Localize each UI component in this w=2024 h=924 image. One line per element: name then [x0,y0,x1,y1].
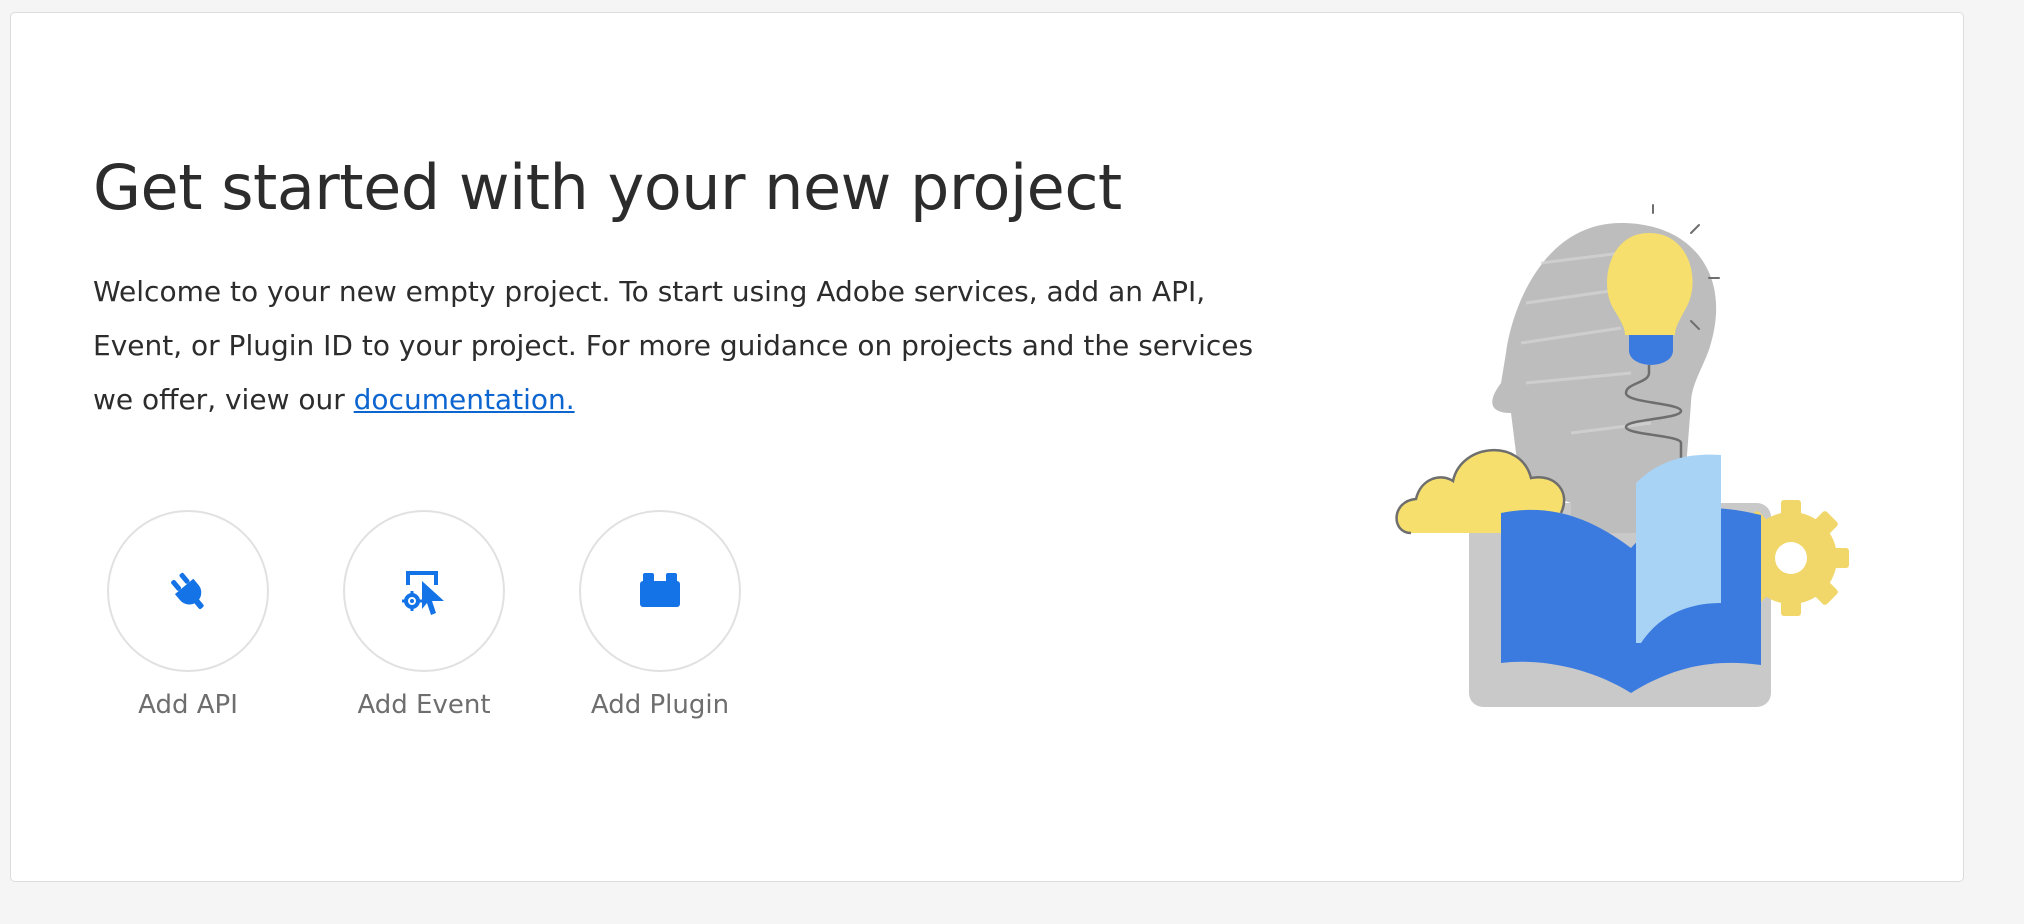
getting-started-card: Get started with your new project Welcom… [10,12,1964,882]
welcome-description: Welcome to your new empty project. To st… [93,265,1283,427]
add-plugin-button[interactable]: Add Plugin [577,510,743,720]
plug-icon [171,572,204,609]
add-event-circle[interactable] [343,510,505,672]
add-event-label: Add Event [357,690,491,720]
add-event-button[interactable]: Add Event [341,510,507,720]
description-text: Welcome to your new empty project. To st… [93,275,1254,416]
add-api-label: Add API [138,690,238,720]
add-plugin-label: Add Plugin [590,690,730,720]
add-api-button[interactable]: Add API [105,510,271,720]
documentation-link[interactable]: documentation. [354,383,575,416]
project-illustration [1395,204,1849,707]
event-icon [402,571,444,615]
add-plugin-circle[interactable] [579,510,741,672]
add-api-circle[interactable] [107,510,269,672]
page-title: Get started with your new project [93,151,1122,224]
plugin-block-icon [640,573,680,607]
